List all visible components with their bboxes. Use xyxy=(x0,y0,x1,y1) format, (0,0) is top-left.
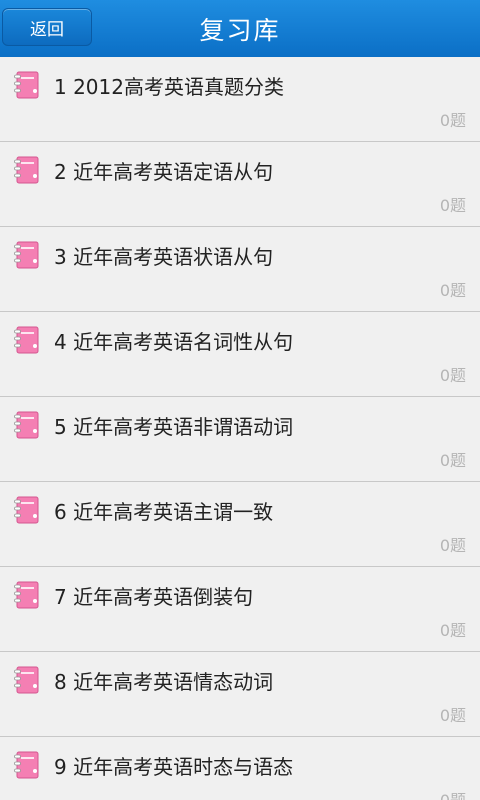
item-title: 4 近年高考英语名词性从句 xyxy=(54,330,294,354)
question-count: 0题 xyxy=(439,281,466,300)
title-bar: 返回 复习库 xyxy=(0,0,480,58)
notebook-icon xyxy=(14,496,39,524)
question-count: 0题 xyxy=(439,111,466,130)
notebook-icon xyxy=(14,326,39,354)
item-title: 5 近年高考英语非谓语动词 xyxy=(54,415,294,439)
page-title: 复习库 xyxy=(199,15,281,45)
list-item[interactable]: 5 近年高考英语非谓语动词 0题 xyxy=(0,397,480,482)
item-title: 1 2012高考英语真题分类 xyxy=(54,75,284,99)
item-title: 6 近年高考英语主谓一致 xyxy=(54,500,274,524)
list-item[interactable]: 6 近年高考英语主谓一致 0题 xyxy=(0,482,480,567)
question-count: 0题 xyxy=(440,787,466,800)
list-item[interactable]: 2 近年高考英语定语从句 0题 xyxy=(0,142,480,227)
question-count: 0题 xyxy=(439,706,466,725)
item-title: 8 近年高考英语情态动词 xyxy=(54,670,274,694)
question-count: 0题 xyxy=(439,366,466,385)
notebook-icon xyxy=(14,71,39,99)
notebook-icon xyxy=(14,241,39,269)
list-item[interactable]: 8 近年高考英语情态动词 0题 xyxy=(0,652,480,737)
item-title: 3 近年高考英语状语从句 xyxy=(54,245,274,269)
review-list: 1 2012高考英语真题分类 0题 2 近年高考英语定语从句 0题 3 近年高考… xyxy=(0,57,480,800)
item-title: 2 近年高考英语定语从句 xyxy=(54,160,274,184)
question-count: 0题 xyxy=(439,196,466,215)
list-item[interactable]: 3 近年高考英语状语从句 0题 xyxy=(0,227,480,312)
notebook-icon xyxy=(14,666,39,694)
list-item[interactable]: 4 近年高考英语名词性从句 0题 xyxy=(0,312,480,397)
list-item[interactable]: 9 近年高考英语时态与语态 0题 xyxy=(0,737,480,800)
notebook-icon xyxy=(14,411,39,439)
list-item[interactable]: 1 2012高考英语真题分类 0题 xyxy=(0,57,480,142)
item-title: 7 近年高考英语倒装句 xyxy=(54,585,254,609)
notebook-icon xyxy=(14,581,39,609)
notebook-icon xyxy=(14,156,39,184)
question-count: 0题 xyxy=(439,536,466,555)
notebook-icon xyxy=(14,751,39,779)
list-item[interactable]: 7 近年高考英语倒装句 0题 xyxy=(0,567,480,652)
item-title: 9 近年高考英语时态与语态 xyxy=(54,755,294,779)
question-count: 0题 xyxy=(439,621,466,640)
question-count: 0题 xyxy=(439,451,466,470)
